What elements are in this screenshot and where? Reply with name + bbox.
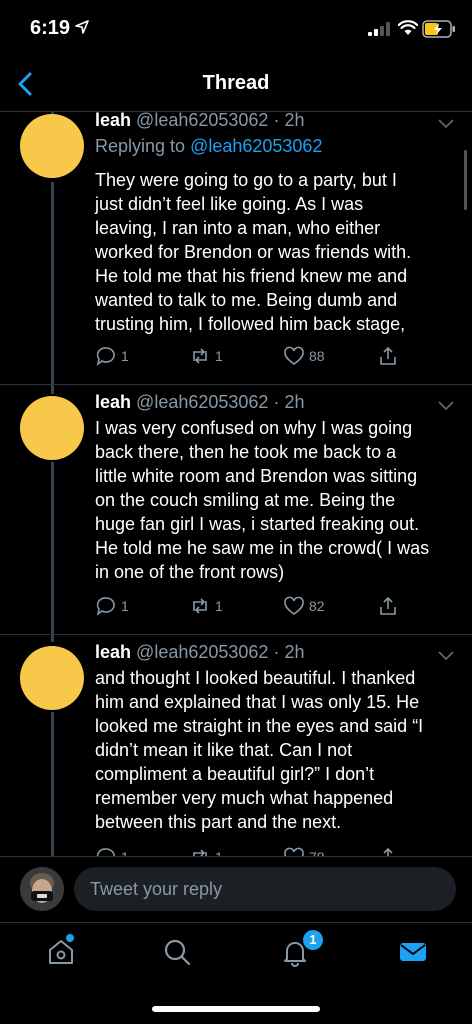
tweet-actions: 1 1 88 xyxy=(95,345,415,369)
reply-composer: Tweet your reply xyxy=(0,856,472,922)
nav-bar: Thread xyxy=(0,60,472,112)
chevron-down-icon[interactable] xyxy=(437,118,455,130)
retweet-button[interactable]: 1 xyxy=(189,595,223,617)
reply-count: 1 xyxy=(121,598,129,614)
timestamp: · 2h xyxy=(273,110,305,130)
thread-line xyxy=(51,462,54,642)
reply-button[interactable]: 1 xyxy=(95,345,129,367)
chevron-down-icon[interactable] xyxy=(437,650,455,662)
heart-icon xyxy=(284,346,304,365)
divider xyxy=(0,634,472,635)
thread-line xyxy=(51,712,54,856)
chevron-down-icon[interactable] xyxy=(437,400,455,412)
user-avatar[interactable] xyxy=(20,867,64,911)
avatar[interactable] xyxy=(20,396,84,460)
share-button[interactable] xyxy=(377,345,399,367)
heart-icon xyxy=(284,596,304,615)
share-icon xyxy=(380,596,396,615)
share-button[interactable] xyxy=(377,595,399,617)
handle[interactable]: @leah62053062 xyxy=(136,642,268,662)
like-button[interactable]: 82 xyxy=(283,595,325,617)
retweet-icon xyxy=(193,598,207,614)
tweet-header: leah @leah62053062 · 2h xyxy=(95,392,304,413)
reply-input[interactable]: Tweet your reply xyxy=(74,867,456,911)
retweet-button[interactable]: 1 xyxy=(189,345,223,367)
home-badge-dot xyxy=(66,934,74,942)
status-bar: 6:19 xyxy=(0,0,472,60)
tweet-text: They were going to go to a party, but I … xyxy=(95,170,412,334)
handle[interactable]: @leah62053062 xyxy=(136,110,268,130)
like-button[interactable]: 88 xyxy=(283,345,325,367)
tweet-actions: 1 1 82 xyxy=(95,595,415,619)
wifi-icon xyxy=(398,20,418,35)
timestamp: · 2h xyxy=(273,392,305,412)
cellular-signal-icon xyxy=(368,22,390,36)
mention-link[interactable]: @leah62053062 xyxy=(190,136,322,156)
timestamp: · 2h xyxy=(273,642,305,662)
handle[interactable]: @leah62053062 xyxy=(136,392,268,412)
replying-label: Replying to xyxy=(95,136,191,156)
tweet-header: leah @leah62053062 · 2h xyxy=(95,110,304,131)
avatar[interactable] xyxy=(20,114,84,178)
like-count: 88 xyxy=(309,348,325,364)
display-name[interactable]: leah xyxy=(95,392,131,412)
reply-icon xyxy=(96,347,115,366)
reply-button[interactable]: 1 xyxy=(95,595,129,617)
thread-line xyxy=(51,182,54,394)
retweet-count: 1 xyxy=(215,598,223,614)
retweet-icon xyxy=(193,348,207,364)
location-arrow-icon xyxy=(75,20,89,34)
scrollbar[interactable] xyxy=(464,150,467,210)
reply-count: 1 xyxy=(121,348,129,364)
retweet-count: 1 xyxy=(215,348,223,364)
user-avatar-icon xyxy=(20,867,64,911)
replying-to: Replying to @leah62053062 xyxy=(95,136,322,157)
messages-envelope-icon[interactable] xyxy=(398,937,428,967)
tweet-text: and thought I looked beautiful. I thanke… xyxy=(95,668,424,832)
tweet-header: leah @leah62053062 · 2h xyxy=(95,642,304,663)
avatar[interactable] xyxy=(20,646,84,710)
search-icon[interactable] xyxy=(162,937,192,967)
reply-icon xyxy=(96,597,115,616)
share-icon xyxy=(380,346,396,365)
battery-charging-icon xyxy=(422,20,455,38)
page-title: Thread xyxy=(202,72,270,94)
like-count: 82 xyxy=(309,598,325,614)
notifications-badge: 1 xyxy=(303,930,323,950)
tweet-text: I was very confused on why I was going b… xyxy=(95,418,430,582)
display-name[interactable]: leah xyxy=(95,110,131,130)
status-time: 6:19 xyxy=(30,17,71,39)
home-indicator[interactable] xyxy=(152,1006,320,1012)
display-name[interactable]: leah xyxy=(95,642,131,662)
divider xyxy=(0,384,472,385)
